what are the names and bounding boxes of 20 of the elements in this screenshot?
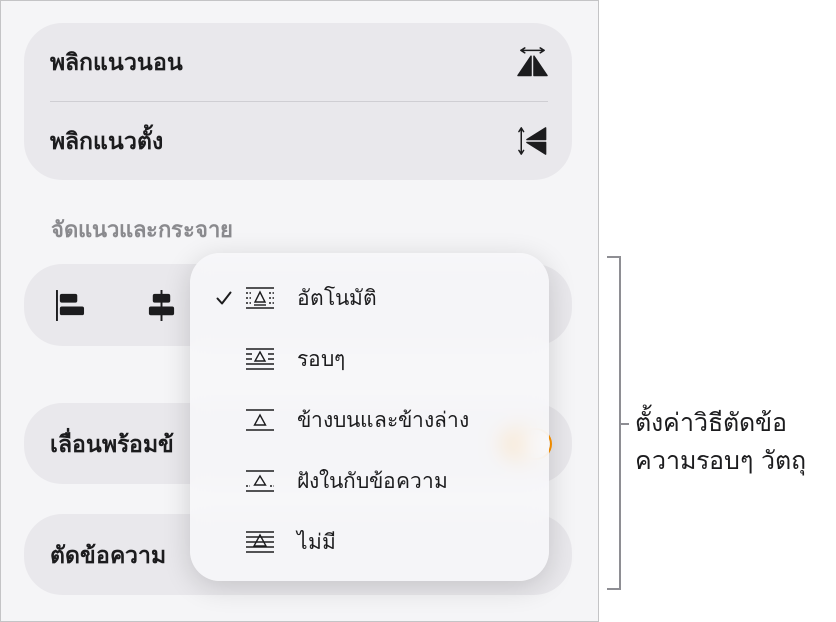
option-label: ตัดข้อความ [50,542,166,570]
text-wrap-icon [246,348,274,370]
menu-item[interactable]: ฝังในกับข้อความ [216,450,549,511]
align-left-icon[interactable] [56,290,85,320]
option-label: เลื่อนพร้อมข้ [50,426,174,462]
annotation-label: ตั้งค่าวิธีตัดข้อ ความรอบๆ วัตถุ [635,404,806,480]
menu-item[interactable]: ข้างบนและข้างล่าง [216,389,549,450]
flip-option[interactable]: พลิกแนวนอน [50,23,548,101]
text-wrap-icon [246,286,274,308]
align-center-icon[interactable] [147,290,176,320]
section-header: จัดแนวและกระจาย [51,217,233,245]
menu-item[interactable]: อัตโนมัติ [216,267,549,328]
menu-item[interactable]: ไม่มี [216,511,549,572]
menu-item[interactable]: รอบๆ [216,328,549,389]
text-wrap-icon [246,530,274,552]
flip-option[interactable]: พลิกแนวตั้ง [50,102,548,180]
text-wrap-icon [246,470,274,492]
flip-horizontal-icon [517,47,548,77]
flip-vertical-icon [517,126,548,156]
text-wrap-icon [246,408,274,430]
